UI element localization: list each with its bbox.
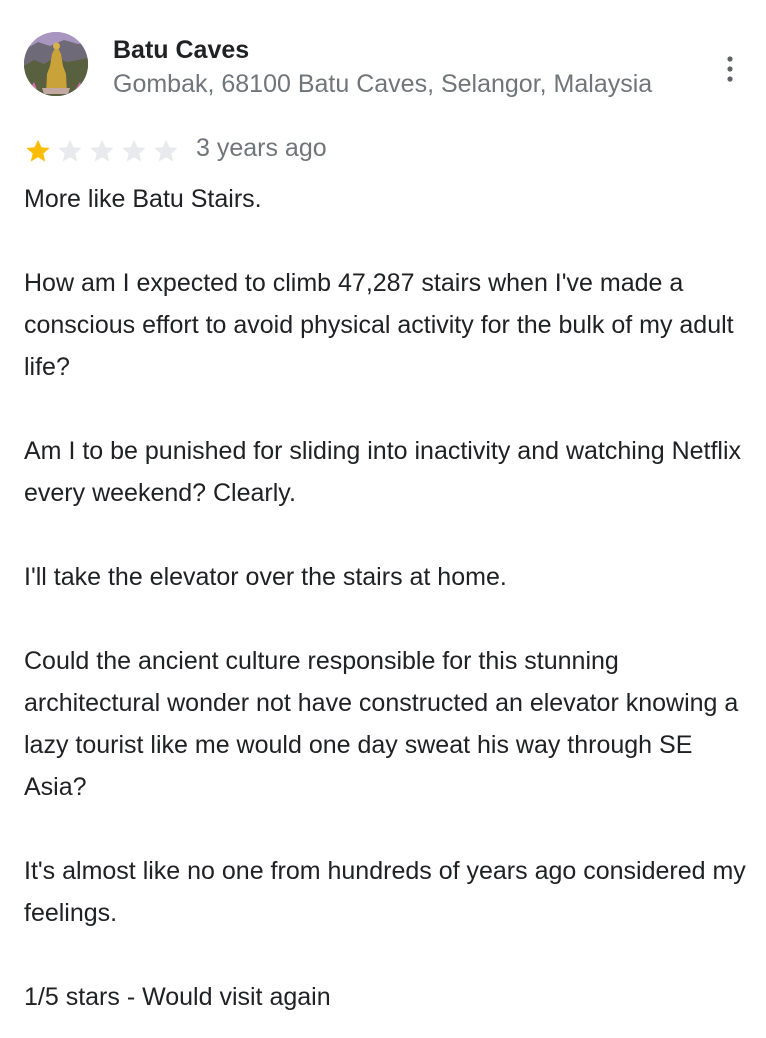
star-rating (24, 137, 184, 165)
temple-statue-icon (24, 32, 88, 96)
star-filled-icon (26, 139, 50, 162)
review-header: Batu Caves Gombak, 68100 Batu Caves, Sel… (24, 32, 744, 102)
review-paragraph: Am I to be punished for sliding into ina… (24, 437, 742, 507)
star-empty-icon (122, 139, 146, 162)
place-address: Gombak, 68100 Batu Caves, Selangor, Mala… (113, 70, 653, 98)
more-vert-icon (727, 56, 733, 82)
more-options-button[interactable] (718, 54, 742, 84)
review-paragraph: How am I expected to climb 47,287 stairs… (24, 269, 734, 381)
review-paragraph: More like Batu Stairs. (24, 185, 262, 213)
review-paragraph: Could the ancient culture responsible fo… (24, 647, 739, 801)
review-paragraph: I'll take the elevator over the stairs a… (24, 563, 507, 591)
star-empty-icon (154, 139, 178, 162)
star-empty-icon (90, 139, 114, 162)
place-avatar[interactable] (24, 32, 88, 96)
review-paragraph: It's almost like no one from hundreds of… (24, 857, 746, 927)
review-text: More like Batu Stairs. How am I expected… (24, 178, 754, 1018)
review-card: Batu Caves Gombak, 68100 Batu Caves, Sel… (0, 0, 766, 1038)
star-empty-icon (58, 139, 82, 162)
review-date: 3 years ago (196, 134, 327, 162)
review-paragraph: 1/5 stars - Would visit again (24, 983, 331, 1011)
place-name[interactable]: Batu Caves (113, 36, 249, 65)
rating-row: 3 years ago (24, 134, 744, 168)
